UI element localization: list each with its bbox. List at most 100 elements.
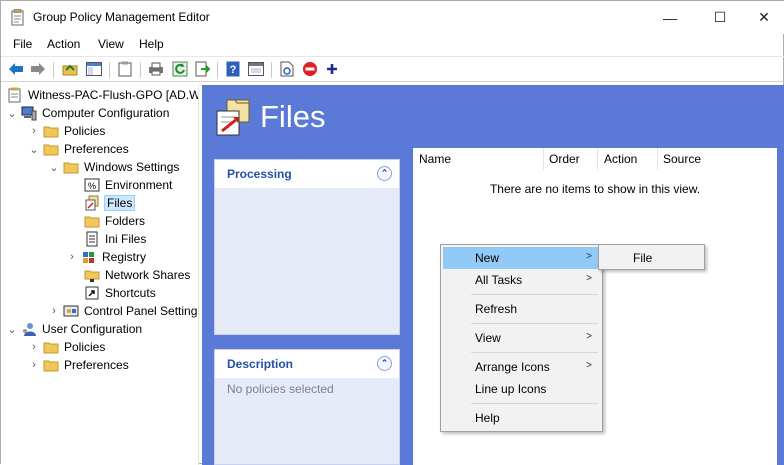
chevron-down-icon[interactable]: ⌄ <box>49 158 59 176</box>
tree-node-label: Folders <box>105 214 146 228</box>
tree-node-label: Shortcuts <box>105 286 156 300</box>
column-header-name[interactable]: Name <box>419 152 451 166</box>
tree-node-windows-settings[interactable]: ⌄ Windows Settings <box>49 158 179 176</box>
new-submenu: File <box>598 244 705 270</box>
context-menu: New > All Tasks > Refresh View > Arrange… <box>440 244 603 432</box>
maximize-button[interactable]: ☐ <box>697 1 743 34</box>
description-text: No policies selected <box>227 382 334 396</box>
tree-node-shortcuts[interactable]: Shortcuts <box>84 284 156 302</box>
column-header-source[interactable]: Source <box>663 152 701 166</box>
tree-node-registry[interactable]: › Registry <box>67 248 146 266</box>
column-divider[interactable] <box>597 148 598 170</box>
network-share-icon <box>84 270 100 282</box>
tree-node-label: Registry <box>102 250 147 264</box>
chevron-right-icon[interactable]: › <box>29 338 39 356</box>
menu-item-label: Line up Icons <box>475 382 547 396</box>
tree-node-label: User Configuration <box>42 322 143 336</box>
close-button[interactable]: ✕ <box>741 1 784 34</box>
add-icon[interactable] <box>323 60 341 78</box>
column-divider[interactable] <box>543 148 544 170</box>
properties-icon[interactable] <box>247 60 265 78</box>
window-title: Group Policy Management Editor <box>33 10 210 24</box>
context-menu-item-all-tasks[interactable]: All Tasks > <box>443 269 600 291</box>
chevron-right-icon[interactable]: › <box>67 248 77 266</box>
context-menu-item-help[interactable]: Help <box>443 407 600 429</box>
description-panel: Description ⌃ No policies selected <box>214 349 400 465</box>
tree-node-user-preferences[interactable]: › Preferences <box>29 356 129 374</box>
chevron-right-icon: > <box>586 331 592 342</box>
back-icon[interactable] <box>7 60 25 78</box>
block-icon[interactable] <box>301 60 319 78</box>
processing-panel-header: Processing ⌃ <box>215 160 399 188</box>
submenu-item-file[interactable]: File <box>601 247 702 269</box>
tree-node-label: Files <box>103 195 136 211</box>
folder-icon <box>43 342 59 354</box>
tree-node-environment[interactable]: % Environment <box>84 176 172 194</box>
tree-node-ini-files[interactable]: Ini Files <box>84 230 146 248</box>
tree-node-user-policies[interactable]: › Policies <box>29 338 105 356</box>
menu-separator <box>471 294 598 295</box>
svg-text:%: % <box>88 181 96 191</box>
context-menu-item-line-up-icons[interactable]: Line up Icons <box>443 378 600 400</box>
menu-item-label: New <box>475 251 500 265</box>
chevron-right-icon[interactable]: › <box>29 122 39 140</box>
chevron-right-icon: > <box>586 360 592 371</box>
tree-node-label: Preferences <box>64 142 129 156</box>
tree-node-control-panel-setting[interactable]: › Control Panel Setting <box>49 302 197 320</box>
chevron-down-icon[interactable]: ⌄ <box>7 320 17 338</box>
tree-node-network-shares[interactable]: Network Shares <box>84 266 190 284</box>
tree-node-folders[interactable]: Folders <box>84 212 145 230</box>
environment-icon: % <box>84 178 100 192</box>
minimize-button[interactable]: — <box>647 1 693 34</box>
context-menu-item-arrange-icons[interactable]: Arrange Icons > <box>443 356 600 378</box>
clipboard-icon[interactable] <box>116 60 134 78</box>
refresh-icon[interactable] <box>171 60 189 78</box>
show-hide-tree-icon[interactable] <box>85 60 103 78</box>
up-folder-icon[interactable] <box>61 60 79 78</box>
tree-node-computer-configuration[interactable]: ⌄ Computer Configuration <box>7 104 169 122</box>
menu-bar: File Action View Help <box>1 34 784 54</box>
tree-node-files[interactable]: Files <box>84 194 136 212</box>
chevron-right-icon: > <box>586 273 592 284</box>
forward-icon[interactable] <box>29 60 47 78</box>
menu-file[interactable]: File <box>13 37 32 51</box>
menu-help[interactable]: Help <box>139 37 164 51</box>
description-panel-header: Description ⌃ <box>215 350 399 378</box>
toolbar-separator <box>53 62 54 78</box>
context-menu-item-new[interactable]: New > <box>443 247 600 269</box>
export-icon[interactable] <box>194 60 212 78</box>
processing-panel-title: Processing <box>227 167 292 181</box>
chevron-down-icon[interactable]: ⌄ <box>7 104 17 122</box>
chevron-right-icon[interactable]: › <box>29 356 39 374</box>
chevron-right-icon[interactable]: › <box>49 302 59 320</box>
folder-icon <box>43 360 59 372</box>
print-icon[interactable] <box>147 60 165 78</box>
files-icon <box>216 99 250 136</box>
chevron-down-icon[interactable]: ⌄ <box>29 140 39 158</box>
folder-open-icon <box>43 144 59 156</box>
tree-pane: Witness-PAC-Flush-GPO [AD.W ⌄ Computer C… <box>1 85 199 465</box>
title-bar: Group Policy Management Editor — ☐ ✕ <box>1 1 784 34</box>
tree-node-label: Control Panel Setting <box>84 304 198 318</box>
column-header-order[interactable]: Order <box>549 152 580 166</box>
column-header-action[interactable]: Action <box>604 152 637 166</box>
context-menu-item-view[interactable]: View > <box>443 327 600 349</box>
menu-separator <box>471 403 598 404</box>
column-divider[interactable] <box>657 148 658 170</box>
collapse-up-icon[interactable]: ⌃ <box>377 356 392 371</box>
toolbar-separator <box>217 62 218 78</box>
tree-node-gpo-root[interactable]: Witness-PAC-Flush-GPO [AD.W <box>7 86 198 104</box>
context-menu-item-refresh[interactable]: Refresh <box>443 298 600 320</box>
help-icon[interactable]: ? <box>224 60 242 78</box>
tree-node-policies[interactable]: › Policies <box>29 122 105 140</box>
menu-view[interactable]: View <box>98 37 124 51</box>
menu-item-label: View <box>475 331 501 345</box>
tree-node-user-configuration[interactable]: ⌄ User Configuration <box>7 320 142 338</box>
tree-node-label: Ini Files <box>105 232 147 246</box>
collapse-up-icon[interactable]: ⌃ <box>377 166 392 181</box>
menu-action[interactable]: Action <box>47 37 80 51</box>
new-file-icon[interactable] <box>278 60 296 78</box>
tree-node-label: Policies <box>64 124 106 138</box>
tree-node-preferences[interactable]: ⌄ Preferences <box>29 140 129 158</box>
control-panel-icon <box>63 305 79 317</box>
